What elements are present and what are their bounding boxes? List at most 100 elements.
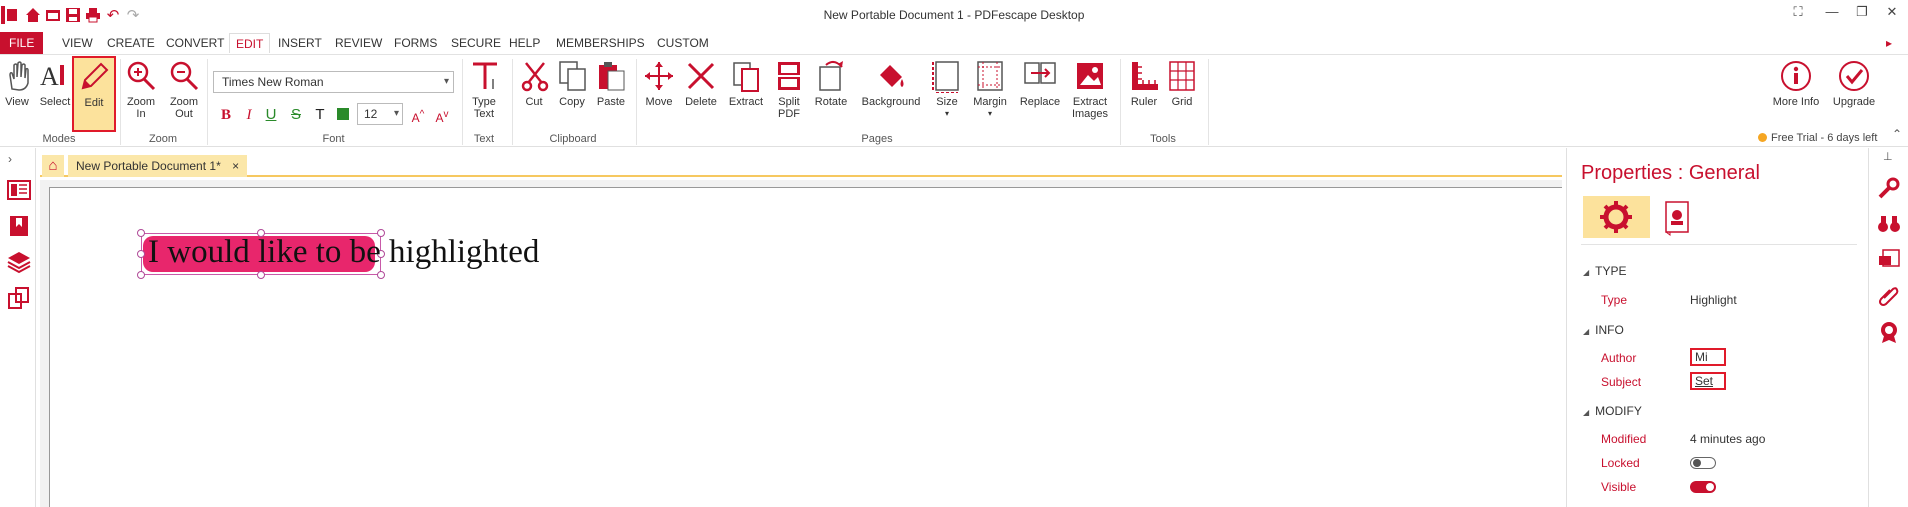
- background-button[interactable]: Background: [856, 59, 926, 108]
- pin-icon[interactable]: ⊥: [1883, 150, 1893, 163]
- expand-sidebar-icon[interactable]: ›: [8, 152, 12, 166]
- grid-icon: [1164, 59, 1200, 93]
- edit-mode-button[interactable]: Edit: [72, 56, 116, 132]
- split-pdf-button[interactable]: Split PDF: [772, 59, 806, 120]
- restore-view-icon[interactable]: ⛶: [1784, 4, 1812, 24]
- select-mode-button[interactable]: A Select: [36, 59, 74, 108]
- size-button[interactable]: Size ▾: [930, 59, 964, 120]
- info-icon: [1768, 59, 1824, 93]
- zoom-in-button[interactable]: Zoom In: [124, 59, 158, 120]
- ruler-button[interactable]: Ruler: [1126, 59, 1162, 108]
- home-tab-icon[interactable]: ⌂: [42, 155, 64, 177]
- zoom-out-button[interactable]: Zoom Out: [166, 59, 202, 120]
- menu-edit[interactable]: EDIT: [229, 33, 271, 53]
- user-name[interactable]: ▸ Mi: [1880, 33, 1908, 70]
- grid-button[interactable]: Grid: [1164, 59, 1200, 108]
- section-type[interactable]: ◢ TYPE: [1583, 264, 1627, 278]
- menu-file[interactable]: FILE: [0, 32, 44, 54]
- type-value: Highlight: [1690, 293, 1737, 307]
- underline-button[interactable]: U: [262, 105, 280, 125]
- font-family-select[interactable]: Times New Roman ▾: [213, 71, 454, 93]
- thumbnails-icon[interactable]: [7, 178, 31, 202]
- extract-button[interactable]: Extract: [726, 59, 766, 108]
- author-field[interactable]: Mi: [1690, 348, 1726, 366]
- menu-secure[interactable]: SECURE: [445, 33, 507, 53]
- view-mode-button[interactable]: View: [2, 59, 32, 108]
- menu-forms[interactable]: FORMS: [388, 33, 443, 53]
- section-modify[interactable]: ◢ MODIFY: [1583, 404, 1642, 418]
- resize-handle[interactable]: [137, 250, 145, 258]
- edit-mode-label: Edit: [84, 97, 104, 109]
- shrink-font-button[interactable]: Av: [433, 105, 451, 125]
- italic-button[interactable]: I: [240, 105, 258, 125]
- resize-handle[interactable]: [137, 271, 145, 279]
- attachment-icon[interactable]: [1877, 284, 1901, 308]
- replace-icon: [1018, 59, 1062, 93]
- wrench-icon[interactable]: [1877, 176, 1901, 200]
- copy-button[interactable]: Copy: [556, 59, 588, 108]
- grow-font-button[interactable]: A^: [409, 105, 427, 125]
- menu-custom[interactable]: CUSTOM: [651, 33, 715, 53]
- hand-icon: [2, 59, 32, 93]
- move-icon: [642, 59, 676, 93]
- close-button[interactable]: ✕: [1878, 4, 1906, 24]
- document-tab[interactable]: New Portable Document 1* ×: [68, 155, 248, 177]
- locked-toggle[interactable]: [1690, 457, 1716, 469]
- binoculars-icon[interactable]: [1877, 212, 1901, 236]
- paste-label: Paste: [596, 96, 626, 108]
- pages-panel-icon[interactable]: [7, 286, 31, 310]
- margin-button[interactable]: Margin ▾: [970, 59, 1010, 120]
- replace-label: Replace: [1019, 96, 1061, 108]
- collapse-ribbon-icon[interactable]: ⌃: [1892, 127, 1902, 141]
- layers-icon[interactable]: [7, 250, 31, 274]
- extract-images-button[interactable]: Extract Images: [1066, 59, 1114, 120]
- menu-memberships[interactable]: MEMBERSHIPS: [550, 33, 651, 53]
- strikethrough-button[interactable]: S: [287, 105, 305, 125]
- menu-insert[interactable]: INSERT: [272, 33, 328, 53]
- resize-handle[interactable]: [377, 271, 385, 279]
- cut-button[interactable]: Cut: [518, 59, 550, 108]
- more-info-button[interactable]: More Info: [1768, 59, 1824, 108]
- rotate-icon: [812, 59, 850, 93]
- visible-toggle[interactable]: [1690, 481, 1716, 493]
- zoom-out-label: Zoom Out: [169, 96, 199, 120]
- collapse-triangle-icon: ◢: [1583, 327, 1590, 336]
- replace-button[interactable]: Replace: [1018, 59, 1062, 108]
- subject-field[interactable]: Set: [1690, 372, 1726, 390]
- fill-color-button[interactable]: [334, 105, 352, 125]
- paste-button[interactable]: Paste: [594, 59, 628, 108]
- menu-create[interactable]: CREATE: [101, 33, 161, 53]
- comments-icon[interactable]: [1877, 248, 1901, 272]
- rotate-button[interactable]: Rotate: [812, 59, 850, 108]
- text-color-button[interactable]: T: [311, 105, 329, 125]
- copy-label: Copy: [559, 96, 585, 108]
- menu-convert[interactable]: CONVERT: [160, 33, 230, 53]
- pencil-icon: [74, 60, 114, 94]
- minimize-button[interactable]: —: [1818, 4, 1846, 24]
- upgrade-label: Upgrade: [1832, 96, 1876, 108]
- document-text[interactable]: I would like to be highlighted: [148, 234, 539, 271]
- more-info-label: More Info: [1772, 96, 1820, 108]
- menu-view[interactable]: VIEW: [56, 33, 99, 53]
- select-text-icon: A: [36, 59, 74, 93]
- bookmarks-icon[interactable]: [7, 214, 31, 238]
- font-size-select[interactable]: 12 ▾: [357, 103, 403, 125]
- properties-tab-appearance[interactable]: [1663, 200, 1693, 236]
- resize-handle[interactable]: [257, 271, 265, 279]
- type-text-button[interactable]: Type Text: [468, 59, 500, 120]
- section-info[interactable]: ◢ INFO: [1583, 323, 1624, 337]
- bold-button[interactable]: B: [217, 105, 235, 125]
- delete-button[interactable]: Delete: [682, 59, 720, 108]
- maximize-button[interactable]: ❐: [1848, 4, 1876, 24]
- properties-tab-general[interactable]: [1583, 196, 1650, 238]
- upgrade-button[interactable]: Upgrade: [1828, 59, 1880, 108]
- menu-review[interactable]: REVIEW: [329, 33, 388, 53]
- trial-label: Free Trial - 6 days left: [1771, 132, 1878, 144]
- close-tab-icon[interactable]: ×: [232, 159, 239, 173]
- menu-help[interactable]: HELP: [503, 33, 546, 53]
- certificate-icon[interactable]: [1877, 320, 1901, 344]
- move-button[interactable]: Move: [642, 59, 676, 108]
- resize-handle[interactable]: [137, 229, 145, 237]
- split-pdf-label: Split PDF: [778, 96, 800, 120]
- trial-status[interactable]: Free Trial - 6 days left: [1758, 132, 1877, 144]
